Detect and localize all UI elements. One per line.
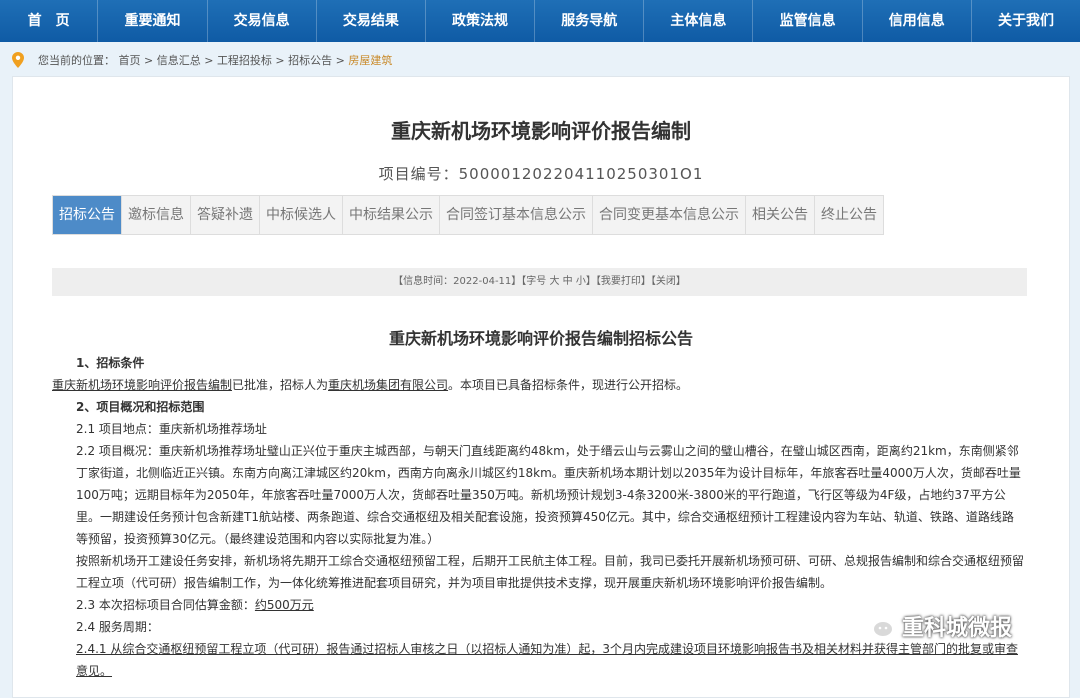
nav-trade-results[interactable]: 交易结果 [317, 0, 426, 42]
nav-supervision[interactable]: 监管信息 [753, 0, 863, 42]
tab-termination[interactable]: 终止公告 [815, 196, 883, 234]
paragraph: 2.4.1 从综合交通枢纽预留工程立项（代可研）报告通过招标人审核之日（以招标人… [76, 642, 1018, 678]
breadcrumb-bidding[interactable]: 工程招投标 [217, 54, 272, 67]
nav-service[interactable]: 服务导航 [535, 0, 645, 42]
paragraph: 2.2 项目概况：重庆新机场推荐场址璧山正兴位于重庆主城西部，与朝天门直线距离约… [76, 444, 1021, 546]
nav-about[interactable]: 关于我们 [972, 0, 1080, 42]
tab-qa[interactable]: 答疑补遗 [191, 196, 260, 234]
wechat-icon [860, 613, 894, 638]
breadcrumb-current[interactable]: 房屋建筑 [348, 54, 392, 67]
breadcrumb-summary[interactable]: 信息汇总 [157, 54, 201, 67]
breadcrumb-sep: > [140, 54, 157, 67]
tab-bid-notice[interactable]: 招标公告 [53, 196, 122, 234]
tab-contract-signing[interactable]: 合同签订基本信息公示 [440, 196, 593, 234]
text: 已批准，招标人为 [232, 378, 329, 392]
nav-credit[interactable]: 信用信息 [863, 0, 972, 42]
watermark: 重科城微报 [860, 610, 1012, 642]
tab-related[interactable]: 相关公告 [746, 196, 815, 234]
page-title: 重庆新机场环境影响评价报告编制 [391, 119, 691, 143]
breadcrumb-sep: > [271, 54, 289, 67]
breadcrumb-prefix: 您当前的位置： [38, 54, 115, 67]
location-pin-icon [12, 52, 24, 68]
breadcrumb-notice[interactable]: 招标公告 [288, 54, 332, 67]
paragraph: 重庆新机场环境影响评价报告编制已批准，招标人为重庆机场集团有限公司。本项目已具备… [52, 374, 1024, 396]
notice-title: 重庆新机场环境影响评价报告编制招标公告 [388, 329, 693, 348]
project-name-link[interactable]: 重庆新机场环境影响评价报告编制 [52, 378, 232, 392]
nav-trade-info[interactable]: 交易信息 [208, 0, 317, 42]
content-panel: 重庆新机场环境影响评价报告编制 项目编号：5000012022041102503… [12, 76, 1070, 698]
amount-value: 约500万元 [254, 598, 314, 612]
breadcrumb-sep: > [200, 54, 217, 67]
project-number: 项目编号：500001202204110250301O1 [378, 165, 704, 183]
paragraph: 2.1 项目地点：重庆新机场推荐场址 [76, 422, 267, 436]
text: 。本项目已具备招标条件，现进行公开招标。 [448, 378, 689, 392]
paragraph: 按照新机场开工建设任务安排，新机场将先期开工综合交通枢纽预留工程，后期开工民航主… [76, 554, 1025, 590]
tab-bar: 招标公告 邀标信息 答疑补遗 中标候选人 中标结果公示 合同签订基本信息公示 合… [52, 195, 884, 235]
info-bar[interactable]: 【信息时间：2022-04-11】【字号 大 中 小】【我要打印】【关闭】 [52, 268, 1027, 296]
top-nav: 首 页 重要通知 交易信息 交易结果 政策法规 服务导航 主体信息 监管信息 信… [0, 0, 1080, 42]
section-heading: 2、项目概况和招标范围 [76, 400, 205, 414]
nav-policy[interactable]: 政策法规 [426, 0, 536, 42]
tab-award-result[interactable]: 中标结果公示 [343, 196, 440, 234]
nav-home[interactable]: 首 页 [0, 0, 99, 42]
nav-entity[interactable]: 主体信息 [644, 0, 754, 42]
text: 2.3 本次招标项目合同估算金额： [76, 598, 255, 612]
watermark-text: 重科城微报 [902, 616, 1013, 641]
tab-contract-change[interactable]: 合同变更基本信息公示 [593, 196, 746, 234]
section-heading: 1、招标条件 [76, 356, 145, 370]
tenderer-link[interactable]: 重庆机场集团有限公司 [328, 378, 448, 392]
breadcrumb-home[interactable]: 首页 [119, 54, 141, 67]
tab-invitation[interactable]: 邀标信息 [122, 196, 191, 234]
breadcrumb: 您当前的位置： 首页 > 信息汇总 > 工程招投标 > 招标公告 > 房屋建筑 [0, 49, 1080, 73]
nav-notices[interactable]: 重要通知 [98, 0, 208, 42]
breadcrumb-sep: > [332, 54, 349, 67]
tab-candidates[interactable]: 中标候选人 [260, 196, 343, 234]
